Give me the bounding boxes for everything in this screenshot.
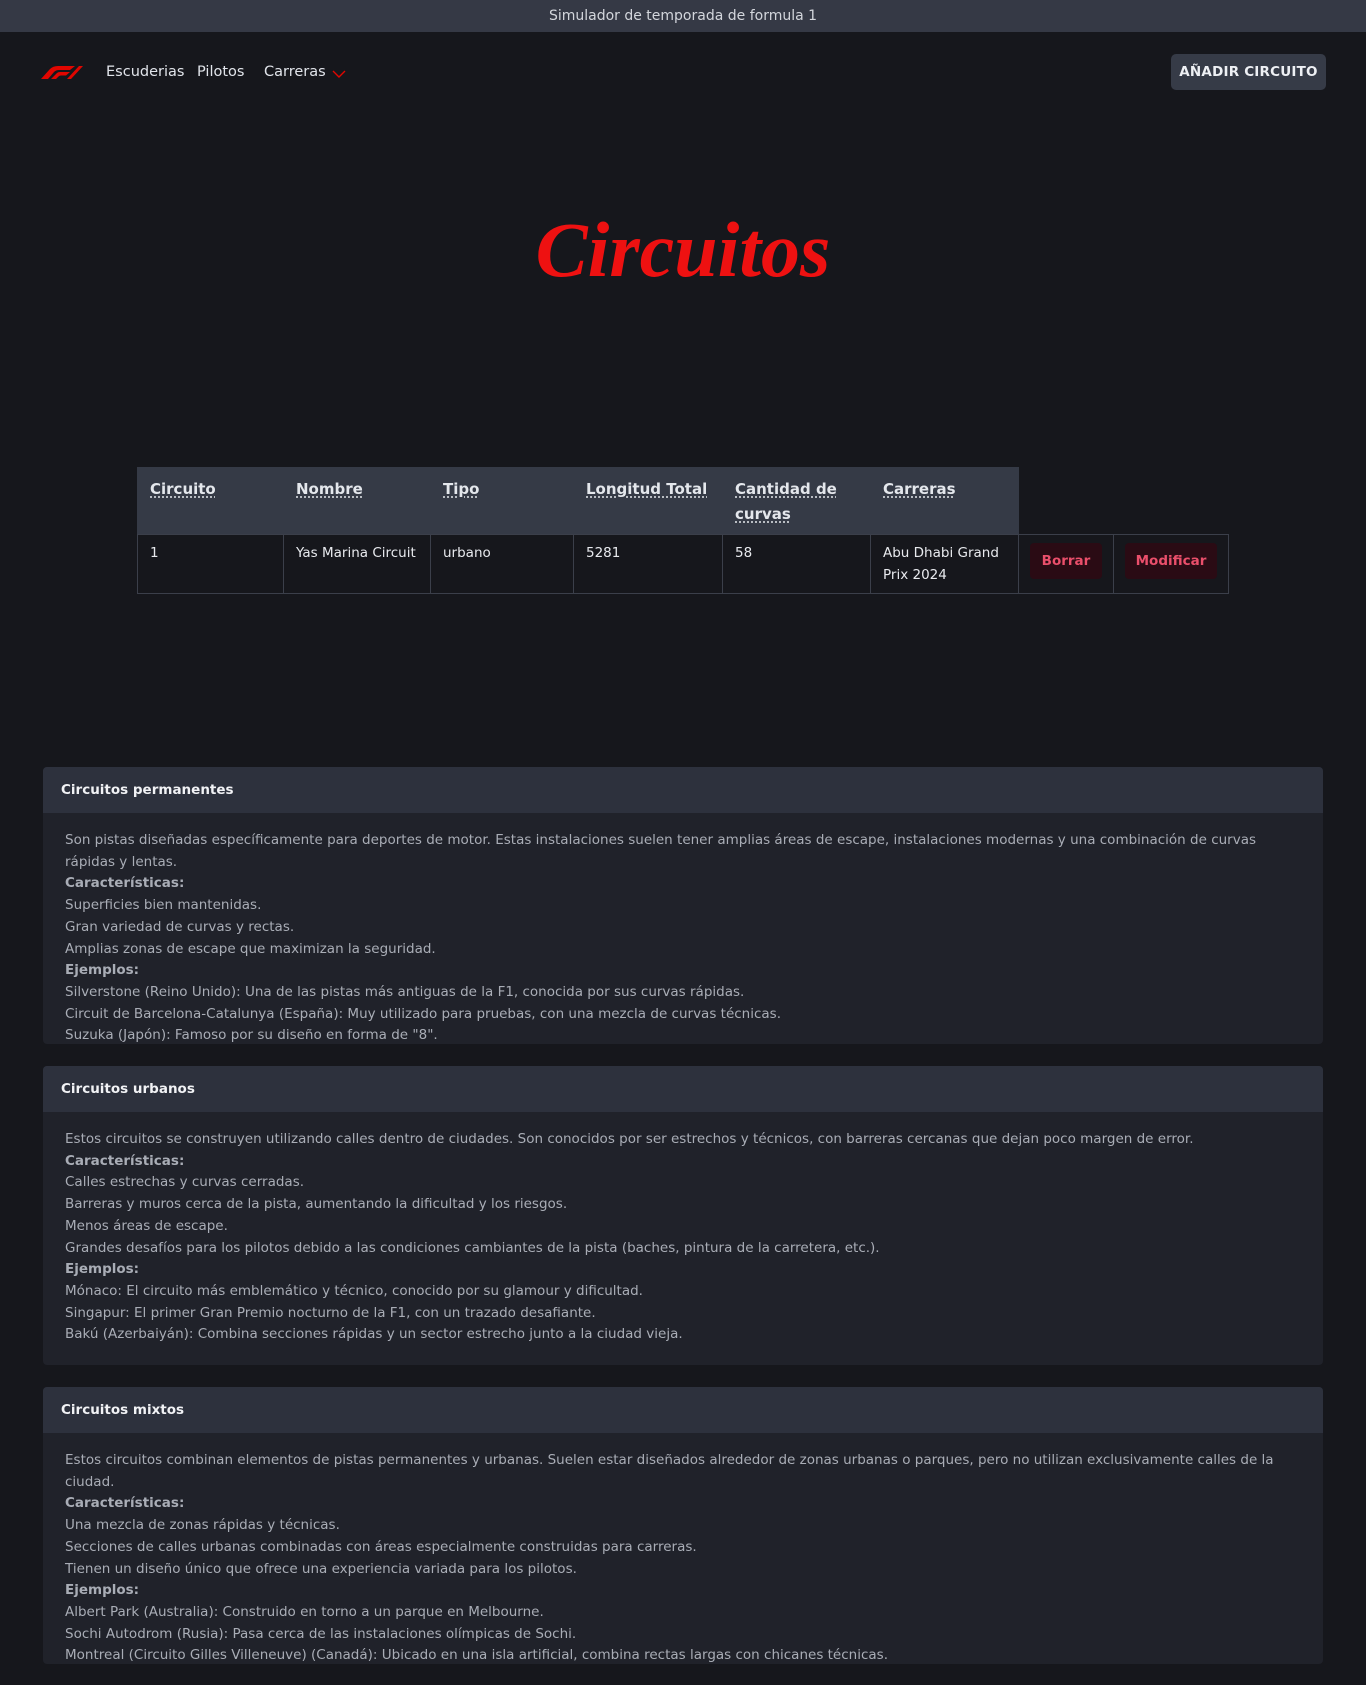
cell-curvas: 58 <box>723 535 871 593</box>
card-circuitos-urbanos: Circuitos urbanos Estos circuitos se con… <box>43 1066 1323 1365</box>
header-carreras[interactable]: Carreras <box>883 477 956 502</box>
card-header[interactable]: Circuitos urbanos <box>43 1066 1323 1112</box>
list-item: Superficies bien mantenidas. <box>65 897 262 914</box>
list-item: Montreal (Circuito Gilles Villeneuve) (C… <box>65 1647 888 1664</box>
window-title: Simulador de temporada de formula 1 <box>548 8 818 24</box>
list-item: Bakú (Azerbaiyán): Combina secciones ráp… <box>65 1326 683 1343</box>
list-item: Singapur: El primer Gran Premio nocturno… <box>65 1304 596 1321</box>
list-item: Silverstone (Reino Unido): Una de las pi… <box>65 983 745 1000</box>
cell-longitud: 5281 <box>574 535 723 593</box>
examples-label: Ejemplos: <box>65 1582 140 1599</box>
navbar: Escuderias Pilotos Carreras AÑADIR CIRCU… <box>0 32 1366 112</box>
features-label: Características: <box>65 1152 185 1169</box>
card-intro: Estos circuitos se construyen utilizando… <box>65 1131 1194 1147</box>
cell-edit: Modificar <box>1114 535 1228 593</box>
nav-pilotos[interactable]: Pilotos <box>197 62 244 82</box>
features-label: Características: <box>65 875 185 892</box>
cell-carreras: Abu Dhabi Grand Prix 2024 <box>871 535 1019 593</box>
header-longitud[interactable]: Longitud Total <box>586 477 707 502</box>
list-item: Sochi Autodrom (Rusia): Pasa cerca de la… <box>65 1625 577 1642</box>
table-header: Circuito Nombre Tipo Longitud Total Cant… <box>137 467 1019 535</box>
cell-circuito: 1 <box>138 535 284 593</box>
list-item: Una mezcla de zonas rápidas y técnicas. <box>65 1517 340 1534</box>
features-label: Características: <box>65 1495 185 1512</box>
card-body: Estos circuitos se construyen utilizando… <box>43 1112 1323 1363</box>
list-item: Mónaco: El circuito más emblemático y té… <box>65 1282 643 1299</box>
list-item: Circuit de Barcelona-Catalunya (España):… <box>65 1005 782 1022</box>
window-titlebar: Simulador de temporada de formula 1 <box>0 0 1366 32</box>
header-tipo[interactable]: Tipo <box>443 477 479 502</box>
card-intro: Estos circuitos combinan elementos de pi… <box>65 1452 1274 1490</box>
cell-nombre: Yas Marina Circuit <box>284 535 431 593</box>
header-nombre[interactable]: Nombre <box>296 477 363 502</box>
f1-logo-icon[interactable] <box>41 65 83 79</box>
list-item: Tienen un diseño único que ofrece una ex… <box>65 1560 577 1577</box>
header-circuito[interactable]: Circuito <box>150 477 216 502</box>
table-row: 1 Yas Marina Circuit urbano 5281 58 Abu … <box>137 534 1229 594</box>
card-intro: Son pistas diseñadas específicamente par… <box>65 832 1257 870</box>
add-circuit-button[interactable]: AÑADIR CIRCUITO <box>1171 54 1326 90</box>
card-circuitos-permanentes: Circuitos permanentes Son pistas diseñad… <box>43 767 1323 1044</box>
delete-button[interactable]: Borrar <box>1030 543 1102 579</box>
list-item: Calles estrechas y curvas cerradas. <box>65 1174 305 1191</box>
list-item: Albert Park (Australia): Construido en t… <box>65 1603 544 1620</box>
chevron-down-icon <box>332 70 346 78</box>
examples-label: Ejemplos: <box>65 1261 140 1278</box>
cell-delete: Borrar <box>1019 535 1114 593</box>
card-body: Estos circuitos combinan elementos de pi… <box>43 1433 1323 1664</box>
list-item: Gran variedad de curvas y rectas. <box>65 918 295 935</box>
list-item: Amplias zonas de escape que maximizan la… <box>65 940 436 957</box>
nav-carreras-dropdown[interactable]: Carreras <box>264 62 346 82</box>
list-item: Menos áreas de escape. <box>65 1217 228 1234</box>
page-title: Circuitos <box>535 206 831 293</box>
card-header[interactable]: Circuitos mixtos <box>43 1387 1323 1433</box>
card-header[interactable]: Circuitos permanentes <box>43 767 1323 813</box>
edit-button[interactable]: Modificar <box>1125 543 1217 579</box>
cell-tipo: urbano <box>431 535 574 593</box>
nav-escuderias[interactable]: Escuderias <box>106 62 184 82</box>
list-item: Secciones de calles urbanas combinadas c… <box>65 1538 697 1555</box>
nav-carreras-label: Carreras <box>264 64 326 80</box>
list-item: Suzuka (Japón): Famoso por su diseño en … <box>65 1027 438 1044</box>
card-circuitos-mixtos: Circuitos mixtos Estos circuitos combina… <box>43 1387 1323 1664</box>
list-item: Barreras y muros cerca de la pista, aume… <box>65 1196 568 1213</box>
card-body: Son pistas diseñadas específicamente par… <box>43 813 1323 1044</box>
list-item: Grandes desafíos para los pilotos debido… <box>65 1239 880 1256</box>
header-curvas[interactable]: Cantidad de curvas <box>735 477 845 527</box>
examples-label: Ejemplos: <box>65 962 140 979</box>
